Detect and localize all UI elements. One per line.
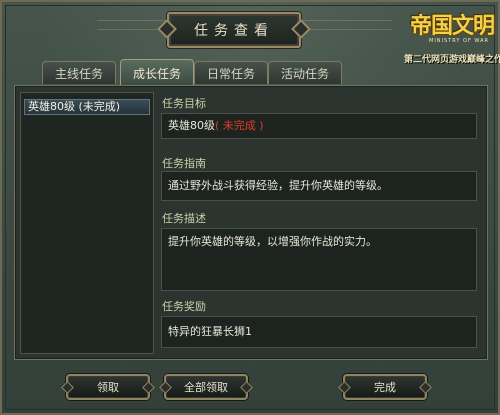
title-ornament-right [302,20,392,30]
claim-all-button[interactable]: 全部领取 [164,374,248,400]
task-panel: 英雄80级 (未完成) 任务目标 英雄80级( 未完成 ) 任务指南 通过野外战… [14,85,488,360]
task-details: 任务目标 英雄80级( 未完成 ) 任务指南 通过野外战斗获得经验，提升你英雄的… [159,92,482,354]
tab-daily-quest[interactable]: 日常任务 [194,61,268,84]
task-list: 英雄80级 (未完成) [20,92,154,354]
game-logo: 帝国文明 MINISTRY OF WAR 第二代网页游戏巅峰之作 [404,8,500,68]
guide-box: 通过野外战斗获得经验，提升你英雄的等级。 [161,171,477,201]
reward-text: 特异的狂暴长狮1 [168,325,252,338]
logo-subtitle: MINISTRY OF WAR [429,38,489,44]
task-list-item[interactable]: 英雄80级 (未完成) [24,99,150,115]
window-title: 任务查看 [167,12,301,48]
reward-heading: 任务奖励 [162,300,206,313]
guide-text: 通过野外战斗获得经验，提升你英雄的等级。 [168,179,388,192]
goal-text: 英雄80级 [168,119,215,132]
goal-heading: 任务目标 [162,97,206,110]
description-box: 提升你英雄的等级，以增强你作战的实力。 [161,228,477,291]
tab-main-quest[interactable]: 主线任务 [42,61,116,84]
logo-slogan: 第二代网页游戏巅峰之作 [404,55,500,65]
tab-event-quest[interactable]: 活动任务 [268,61,342,84]
description-heading: 任务描述 [162,212,206,225]
goal-box: 英雄80级( 未完成 ) [161,113,477,139]
claim-button[interactable]: 领取 [66,374,150,400]
complete-button[interactable]: 完成 [343,374,427,400]
guide-heading: 任务指南 [162,157,206,170]
tab-growth-quest[interactable]: 成长任务 [120,59,194,86]
task-window: 任务查看 帝国文明 MINISTRY OF WAR 第二代网页游戏巅峰之作 主线… [0,0,500,415]
reward-box: 特异的狂暴长狮1 [161,316,477,348]
description-text: 提升你英雄的等级，以增强你作战的实力。 [168,235,377,248]
goal-status: ( 未完成 ) [215,119,264,132]
logo-name: 帝国文明 [410,13,495,39]
